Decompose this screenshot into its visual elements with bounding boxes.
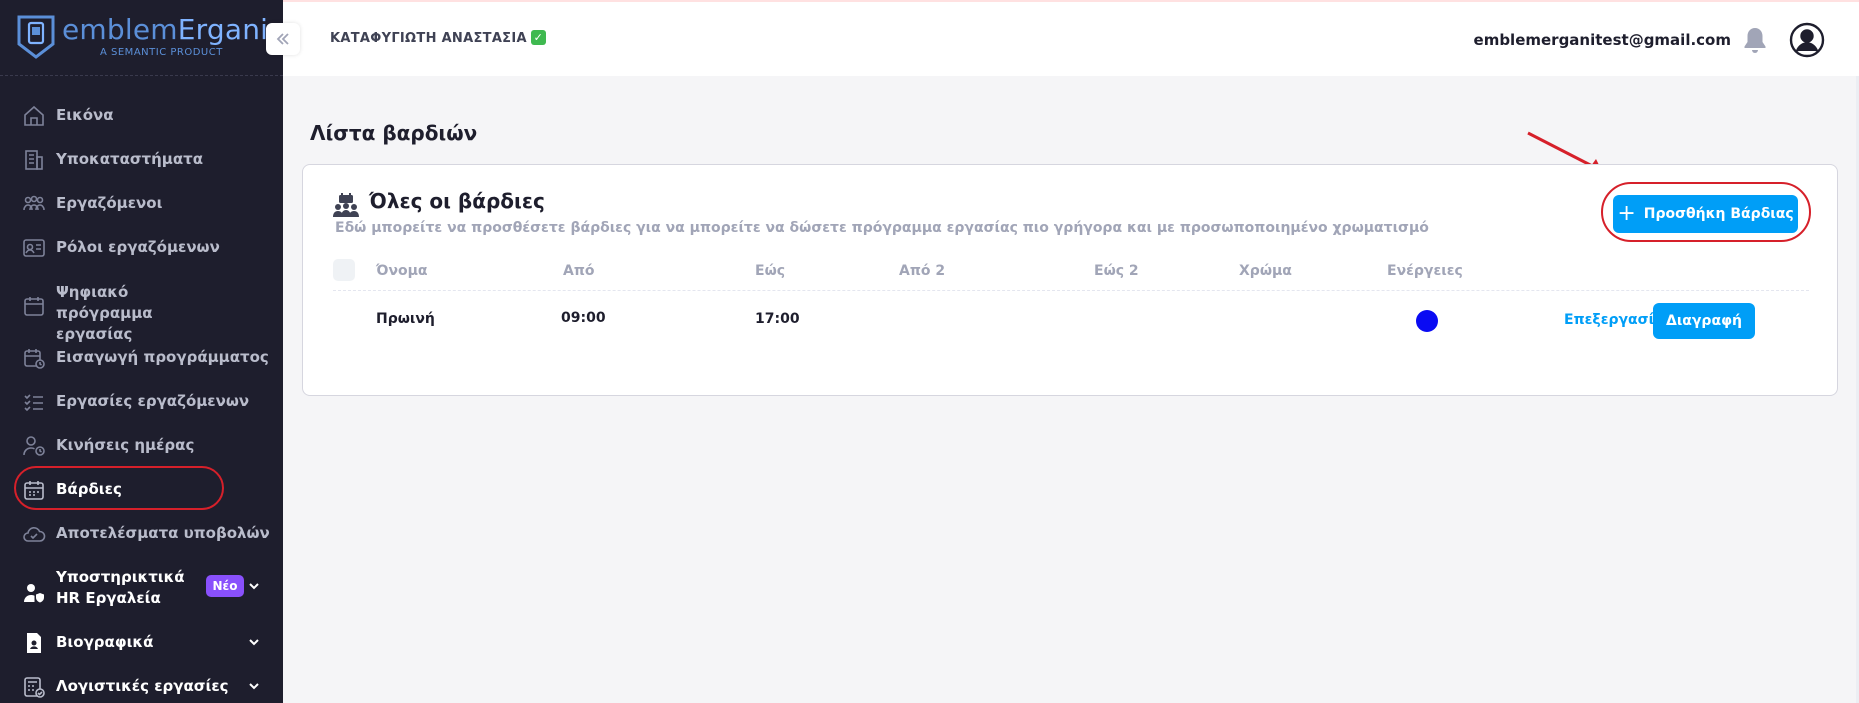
brand-tagline: A SEMANTIC PRODUCT [100, 47, 223, 58]
sidebar-item-label: Εισαγωγή προγράμματος [56, 348, 269, 366]
users-icon [23, 195, 45, 211]
user-avatar-icon[interactable] [1789, 22, 1825, 58]
new-badge: Νέο [206, 575, 244, 597]
logo-badge-icon [17, 15, 55, 59]
column-header-actions: Ενέργειες [1387, 263, 1463, 279]
sidebar-item-label: Ρόλοι εργαζόμενων [56, 238, 220, 256]
calendar-clock-icon [24, 349, 45, 369]
shift-color-swatch [1416, 310, 1438, 332]
shift-name: Πρωινή [376, 311, 435, 327]
sidebar-item-label: Υποστηρικτικά HR Εργαλεία [56, 568, 185, 607]
card-title: Όλες οι βάρδιες [369, 189, 545, 213]
table-header: Όνομα Από Εώς Από 2 Εώς 2 Χρώμα Ενέργειε… [333, 255, 1809, 291]
id-card-icon [23, 239, 45, 257]
sidebar-item-label: Εικόνα [56, 106, 114, 124]
shift-from: 09:00 [561, 310, 606, 326]
topbar: ΚΑΤΑΦΥΓΙΩΤΗ ΑΝΑΣΤΑΣΙΑ ✓ emblemerganitest@… [283, 0, 1859, 76]
cloud-check-icon [23, 527, 46, 542]
column-header-name[interactable]: Όνομα [376, 263, 428, 279]
column-header-to[interactable]: Εώς [755, 263, 785, 279]
calculator-icon [24, 677, 45, 698]
home-icon [24, 105, 44, 126]
plus-icon: + [1617, 201, 1636, 226]
column-header-color[interactable]: Χρώμα [1239, 263, 1292, 279]
column-header-from[interactable]: Από [563, 263, 595, 279]
shift-team-icon [333, 193, 359, 217]
edit-shift-link[interactable]: Επεξεργασία [1564, 312, 1664, 328]
select-all-checkbox[interactable] [333, 259, 355, 281]
chevron-down-icon [249, 683, 259, 690]
sidebar-item-label: Εργαζόμενοι [56, 194, 163, 212]
building-icon [25, 150, 43, 170]
shift-to: 17:00 [755, 311, 800, 327]
chevron-down-icon [249, 583, 259, 590]
sidebar-item-label: Βάρδιες [56, 480, 122, 498]
sidebar-item-label: Ψηφιακό πρόγραμμα εργασίας [56, 283, 153, 343]
sidebar: emblemErgani A SEMANTIC PRODUCT Εικόνα Υ… [0, 0, 283, 703]
delete-shift-button[interactable]: Διαγραφή [1653, 303, 1755, 339]
sidebar-item-label: Κινήσεις ημέρας [56, 436, 195, 454]
calendar-icon [24, 297, 44, 316]
user-email[interactable]: emblemerganitest@gmail.com [1474, 31, 1731, 49]
user-clock-icon [23, 436, 45, 456]
brand-logo[interactable]: emblemErgani A SEMANTIC PRODUCT [0, 0, 283, 76]
add-shift-button[interactable]: + Προσθήκη Βάρδιας [1613, 195, 1798, 233]
column-header-from2[interactable]: Από 2 [899, 263, 945, 279]
company-name: ΚΑΤΑΦΥΓΙΩΤΗ ΑΝΑΣΤΑΣΙΑ ✓ [330, 30, 546, 46]
card-subtitle: Εδώ μπορείτε να προσθέσετε βάρδιες για ν… [335, 220, 1429, 236]
table-row: Πρωινή 09:00 17:00 Επεξεργασία Διαγραφή [333, 291, 1809, 349]
double-chevron-left-icon [276, 33, 289, 45]
brand-name: emblemErgani [62, 13, 269, 46]
sidebar-item-label: Εργασίες εργαζόμενων [56, 392, 250, 410]
document-person-icon [27, 633, 41, 653]
sidebar-collapse-button[interactable] [266, 23, 300, 55]
checklist-icon [24, 394, 43, 412]
sidebar-item-label: Αποτελέσματα υποβολών [56, 524, 270, 542]
calendar-grid-icon [24, 481, 44, 500]
column-header-to2[interactable]: Εώς 2 [1094, 263, 1139, 279]
user-shield-icon [24, 584, 44, 603]
sidebar-item-label: Λογιστικές εργασίες [56, 677, 229, 695]
chevron-down-icon [249, 639, 259, 646]
shifts-card: Όλες οι βάρδιες Εδώ μπορείτε να προσθέσε… [302, 164, 1838, 396]
verified-check-icon: ✓ [530, 30, 546, 45]
sidebar-item-label: Βιογραφικά [56, 633, 154, 651]
sidebar-item-label: Υποκαταστήματα [56, 150, 204, 168]
page-title: Λίστα βαρδιών [310, 121, 478, 145]
bell-icon[interactable] [1742, 26, 1768, 54]
